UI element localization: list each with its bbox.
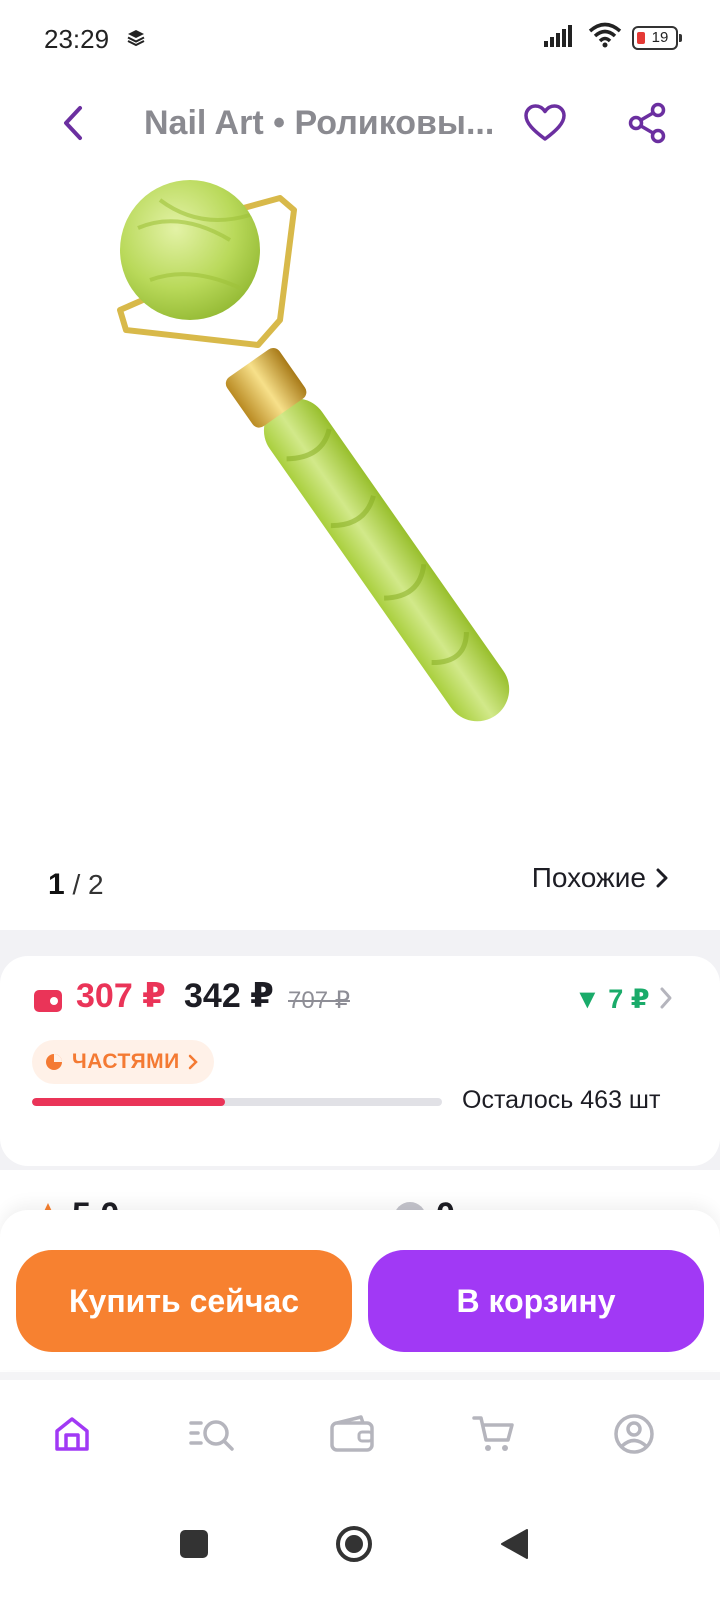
- purchase-action-bar: Купить сейчас В корзину: [0, 1210, 720, 1370]
- profile-icon: [614, 1414, 654, 1454]
- product-gallery[interactable]: [0, 160, 720, 920]
- similar-label: Похожие: [531, 862, 646, 893]
- share-icon: [628, 102, 666, 144]
- stock-remaining: Осталось 463 шт: [462, 1086, 661, 1114]
- price-card: 307 ₽ 342 ₽ 707 ₽ ▼ 7 ₽ ЧАСТЯМИ Осталось…: [0, 956, 720, 1166]
- nav-wallet[interactable]: [322, 1408, 382, 1460]
- page-title: Nail Art • Роликовы...: [144, 104, 495, 142]
- chevron-right-icon: [188, 1054, 198, 1070]
- favorite-button[interactable]: [518, 96, 572, 150]
- divider: [0, 1372, 720, 1380]
- add-to-cart-button[interactable]: В корзину: [368, 1250, 704, 1352]
- catalog-search-icon: [189, 1420, 234, 1451]
- nav-catalog[interactable]: [182, 1408, 242, 1460]
- battery-icon: 19: [632, 25, 682, 50]
- wifi-icon: [588, 22, 622, 53]
- product-image[interactable]: [80, 170, 640, 790]
- wallet-price-icon: [34, 990, 62, 1012]
- battery-level: 19: [651, 29, 669, 46]
- chevron-left-icon: [64, 106, 82, 140]
- nav-profile[interactable]: [604, 1408, 664, 1460]
- status-bar: 23:29 19: [0, 0, 720, 78]
- total-pages: / 2: [72, 869, 104, 900]
- stock-progress-bar: [32, 1098, 442, 1106]
- price-details-chevron[interactable]: [654, 982, 678, 1014]
- stock-progress-fill: [32, 1098, 225, 1106]
- triangle-back-icon: [501, 1529, 528, 1559]
- current-page: 1: [48, 868, 65, 901]
- nav-home[interactable]: [42, 1408, 102, 1460]
- square-icon: [180, 1530, 208, 1558]
- installment-badge[interactable]: ЧАСТЯМИ: [32, 1040, 214, 1084]
- chevron-right-icon: [660, 987, 672, 1009]
- wallet-price: 307 ₽: [76, 977, 166, 1015]
- buy-now-button[interactable]: Купить сейчас: [16, 1250, 352, 1352]
- circle-icon: [336, 1526, 372, 1562]
- nav-cart[interactable]: [464, 1408, 524, 1460]
- cart-icon: [472, 1416, 514, 1451]
- gallery-page-counter: 1 / 2: [48, 868, 104, 902]
- share-button[interactable]: [620, 96, 674, 150]
- back-system-button[interactable]: [484, 1514, 544, 1574]
- top-app-bar: Nail Art • Роликовы...: [0, 88, 720, 158]
- chevron-right-icon: [656, 868, 668, 888]
- status-time: 23:29: [44, 24, 110, 54]
- layers-icon: [126, 28, 146, 53]
- installment-label: ЧАСТЯМИ: [72, 1050, 180, 1073]
- system-navigation-bar: [0, 1490, 720, 1600]
- wallet-icon: [330, 1415, 374, 1452]
- current-price: 342 ₽: [184, 977, 274, 1015]
- back-button[interactable]: [48, 98, 98, 148]
- signal-icon: [544, 23, 578, 52]
- heart-icon: [524, 104, 566, 141]
- similar-products-link[interactable]: Похожие: [532, 862, 668, 894]
- bottom-navigation: [0, 1380, 720, 1490]
- pie-chart-icon: [46, 1054, 62, 1070]
- home-icon: [55, 1417, 89, 1451]
- recent-apps-button[interactable]: [164, 1514, 224, 1574]
- price-difference[interactable]: ▼ 7 ₽: [574, 984, 650, 1015]
- old-price: 707 ₽: [288, 987, 350, 1014]
- home-system-button[interactable]: [324, 1514, 384, 1574]
